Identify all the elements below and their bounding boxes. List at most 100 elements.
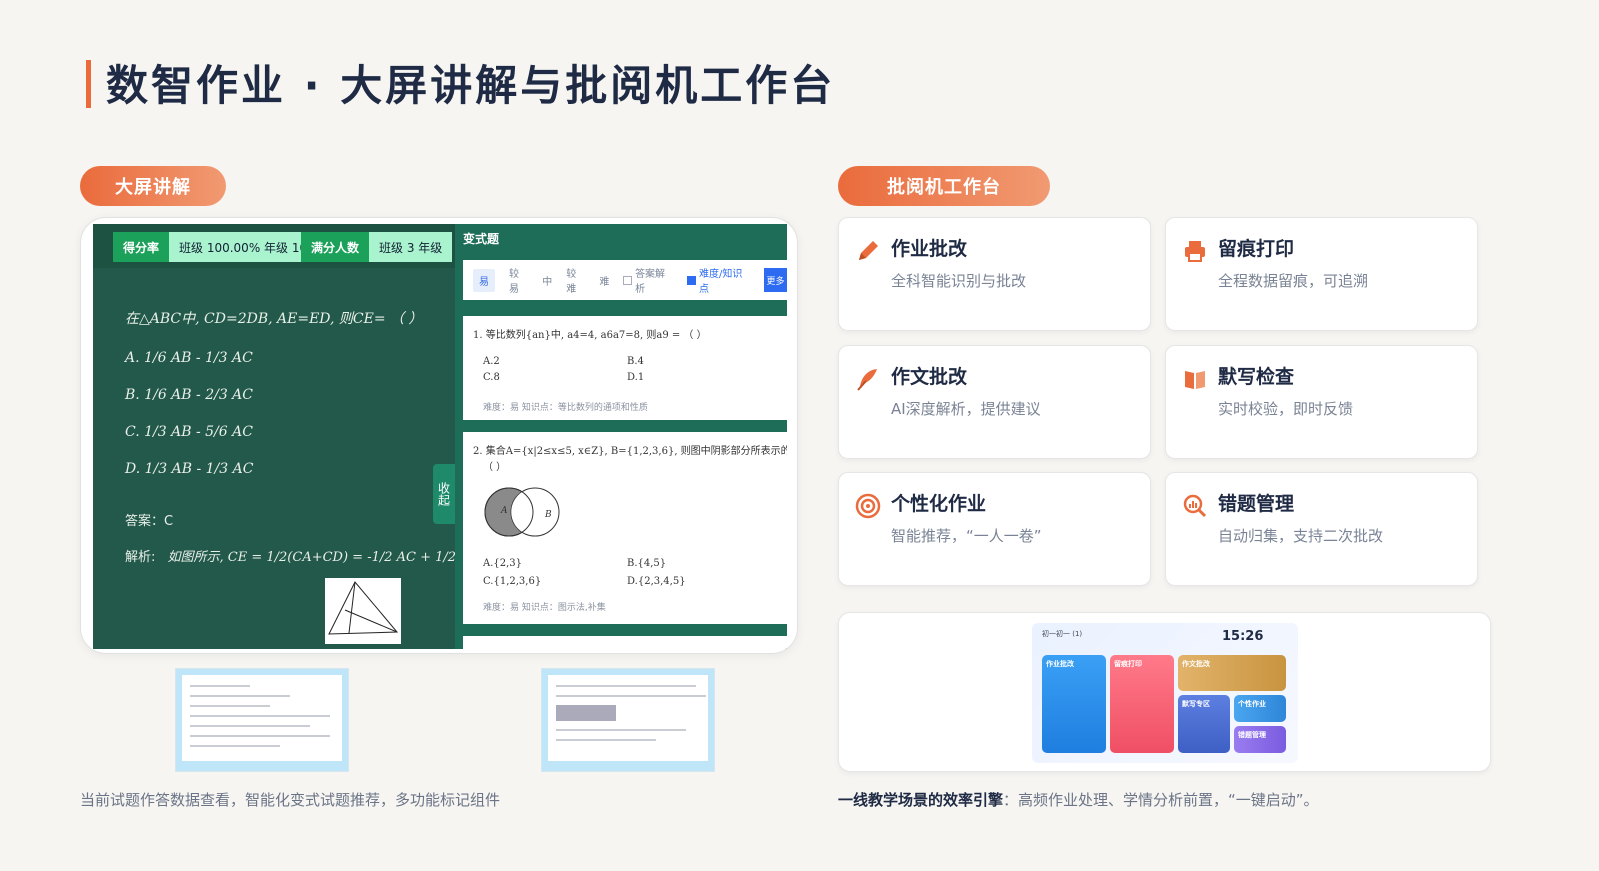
q2-option-c: C.{1,2,3,6} — [483, 576, 542, 587]
device-tile-personalized[interactable]: 个性作业 — [1234, 695, 1286, 722]
filter-fairly-easy[interactable]: 较易 — [509, 265, 528, 295]
full-score-chip: 满分人数 班级 3 年级 — [301, 232, 453, 262]
card-homework-grading[interactable]: 作业批改 全科智能识别与批改 — [838, 217, 1151, 331]
q2-meta: 难度：易 知识点：图示法,补集 — [483, 603, 606, 613]
thumb-figure — [556, 705, 616, 721]
option-c[interactable]: C. 1/3 AB - 5/6 AC — [125, 424, 253, 440]
device-tile-dictation[interactable]: 默写专区 — [1178, 695, 1230, 753]
thumb-line — [190, 745, 280, 747]
card-personalized-homework[interactable]: 个性化作业 智能推荐，“一人一卷” — [838, 472, 1151, 586]
device-tile-essay[interactable]: 作文批改 — [1178, 655, 1286, 691]
thumb-line — [556, 729, 686, 731]
card-dictation-check[interactable]: 默写检查 实时校验，即时反馈 — [1165, 345, 1478, 459]
device-tile-grading[interactable]: 作业批改 — [1042, 655, 1106, 753]
venn-label-b: B — [545, 510, 552, 520]
card-title: 作业批改 — [891, 238, 968, 260]
full-score-key: 满分人数 — [301, 232, 370, 262]
q2-stem: 2. 集合A={x|2≤x≤5, x∈Z}, B={1,2,3,6}, 则图中阴… — [473, 446, 787, 457]
filter-hard[interactable]: 难 — [599, 273, 609, 288]
section-pill-big-screen: 大屏讲解 — [80, 166, 226, 206]
pencil-icon — [859, 241, 878, 260]
device-tile-print[interactable]: 留痕打印 — [1110, 655, 1174, 753]
thumb-line — [190, 695, 290, 697]
difficulty-filters: 易 较易 中 较难 难 答案解析 难度/知识点 更多 — [463, 260, 787, 300]
device-time: 15:26 — [1222, 629, 1264, 644]
device-preview-card: 初一初一 (1) 15:26 作业批改 留痕打印 作文批改 默写专区 个性作业 … — [838, 612, 1491, 772]
book-icon — [1185, 371, 1205, 389]
q1-option-a: A.2 — [483, 356, 500, 367]
q1-option-b: B.4 — [627, 356, 644, 367]
right-caption: 一线教学场景的效率引擎：高频作业处理、学情分析前置，“一键启动”。 — [838, 789, 1319, 810]
left-caption: 当前试题作答数据查看，智能化变式试题推荐，多功能标记组件 — [80, 791, 501, 809]
target-icon — [855, 493, 881, 519]
question-stem: 在△ABC中, CD=2DB, AE=ED, 则CE= （ ） — [125, 311, 423, 327]
thumb-line — [556, 685, 696, 687]
q2-option-b: B.{4,5} — [627, 558, 667, 569]
filter-medium[interactable]: 中 — [542, 273, 552, 288]
chalkboard: 得分率 班级 100.00% 年级 100.00% 满分人数 班级 3 年级 在… — [93, 224, 787, 649]
device-screen: 初一初一 (1) 15:26 作业批改 留痕打印 作文批改 默写专区 个性作业 … — [1032, 623, 1298, 763]
thumb-line — [190, 715, 330, 717]
page-title: 数智作业 · 大屏讲解与批阅机工作台 — [106, 61, 836, 110]
right-caption-rest: ：高频作业处理、学情分析前置，“一键启动”。 — [1003, 791, 1319, 809]
checkbox-difficulty[interactable]: 难度/知识点 — [687, 265, 750, 295]
card-subtitle: 智能推荐，“一人一卷” — [891, 527, 1042, 545]
checkbox-checked-icon — [687, 275, 696, 285]
thumbnail-1[interactable] — [175, 668, 349, 772]
thumb-line — [556, 739, 656, 741]
section-pill-grading-station: 批阅机工作台 — [838, 166, 1050, 206]
q1-option-c: C.8 — [483, 372, 500, 383]
card-subtitle: 自动归集，支持二次批改 — [1218, 527, 1384, 545]
thumb-line — [190, 735, 330, 737]
variant-question-2[interactable]: 2. 集合A={x|2≤x≤5, x∈Z}, B={1,2,3,6}, 则图中阴… — [463, 432, 787, 624]
card-title: 留痕打印 — [1218, 238, 1295, 260]
thumb-line — [556, 695, 706, 697]
checkbox-analysis-label: 答案解析 — [635, 269, 666, 295]
card-title: 个性化作业 — [891, 493, 987, 515]
card-title: 默写检查 — [1218, 366, 1295, 388]
q1-option-d: D.1 — [627, 372, 645, 383]
card-subtitle: AI深度解析，提供建议 — [891, 400, 1041, 418]
filter-easy[interactable]: 易 — [473, 268, 495, 292]
thumb-line — [190, 705, 270, 707]
card-trace-print[interactable]: 留痕打印 全程数据留痕，可追溯 — [1165, 217, 1478, 331]
full-score-value: 班级 3 年级 — [369, 232, 453, 262]
card-title: 作文批改 — [891, 366, 968, 388]
filter-fairly-hard[interactable]: 较难 — [566, 265, 585, 295]
search-chart-icon — [1183, 494, 1207, 518]
quill-icon — [857, 369, 877, 391]
question-area: 得分率 班级 100.00% 年级 100.00% 满分人数 班级 3 年级 在… — [93, 224, 664, 649]
q2-option-d: D.{2,3,4,5} — [627, 576, 686, 587]
checkbox-difficulty-label: 难度/知识点 — [698, 269, 743, 295]
big-screen-preview: 得分率 班级 100.00% 年级 100.00% 满分人数 班级 3 年级 在… — [80, 217, 798, 654]
option-a[interactable]: A. 1/6 AB - 1/3 AC — [125, 350, 253, 366]
variant-panel-title: 变式题 — [463, 232, 500, 246]
variant-question-1[interactable]: 1. 等比数列{an}中, a4=4, a6a7=8, 则a9 = （ ） A.… — [463, 316, 787, 420]
variant-panel: 变式题 易 较易 中 较难 难 答案解析 难度/知识点 更多 1. 等比数列{a… — [455, 224, 787, 649]
thumbnail-1-page — [182, 675, 342, 761]
collapse-button[interactable]: 收起 — [433, 464, 455, 524]
option-d[interactable]: D. 1/3 AB - 1/3 AC — [125, 461, 253, 477]
right-caption-bold: 一线教学场景的效率引擎 — [838, 791, 1004, 809]
more-button[interactable]: 更多 — [763, 268, 787, 292]
analysis-label: 解析: — [125, 550, 156, 565]
option-b[interactable]: B. 1/6 AB - 2/3 AC — [125, 387, 253, 403]
card-mistake-management[interactable]: 错题管理 自动归集，支持二次批改 — [1165, 472, 1478, 586]
thumbnail-2-page — [548, 675, 708, 761]
thumb-line — [190, 685, 250, 687]
venn-label-a: A — [501, 506, 508, 516]
variant-question-3[interactable] — [463, 636, 787, 649]
thumb-line — [190, 725, 310, 727]
checkbox-analysis[interactable]: 答案解析 — [623, 265, 673, 295]
q1-meta: 难度：易 知识点：等比数列的通项和性质 — [483, 403, 648, 413]
thumbnail-2[interactable] — [541, 668, 715, 772]
card-subtitle: 实时校验，即时反馈 — [1218, 400, 1354, 418]
answer-text: 答案：C — [125, 514, 174, 529]
device-header: 初一初一 (1) — [1042, 630, 1083, 638]
card-subtitle: 全程数据留痕，可追溯 — [1218, 272, 1369, 290]
card-essay-grading[interactable]: 作文批改 AI深度解析，提供建议 — [838, 345, 1151, 459]
triangle-figure — [325, 578, 401, 644]
printer-icon — [1185, 241, 1205, 262]
score-rate-key: 得分率 — [113, 232, 170, 262]
device-tile-mistakes[interactable]: 错题管理 — [1234, 726, 1286, 753]
